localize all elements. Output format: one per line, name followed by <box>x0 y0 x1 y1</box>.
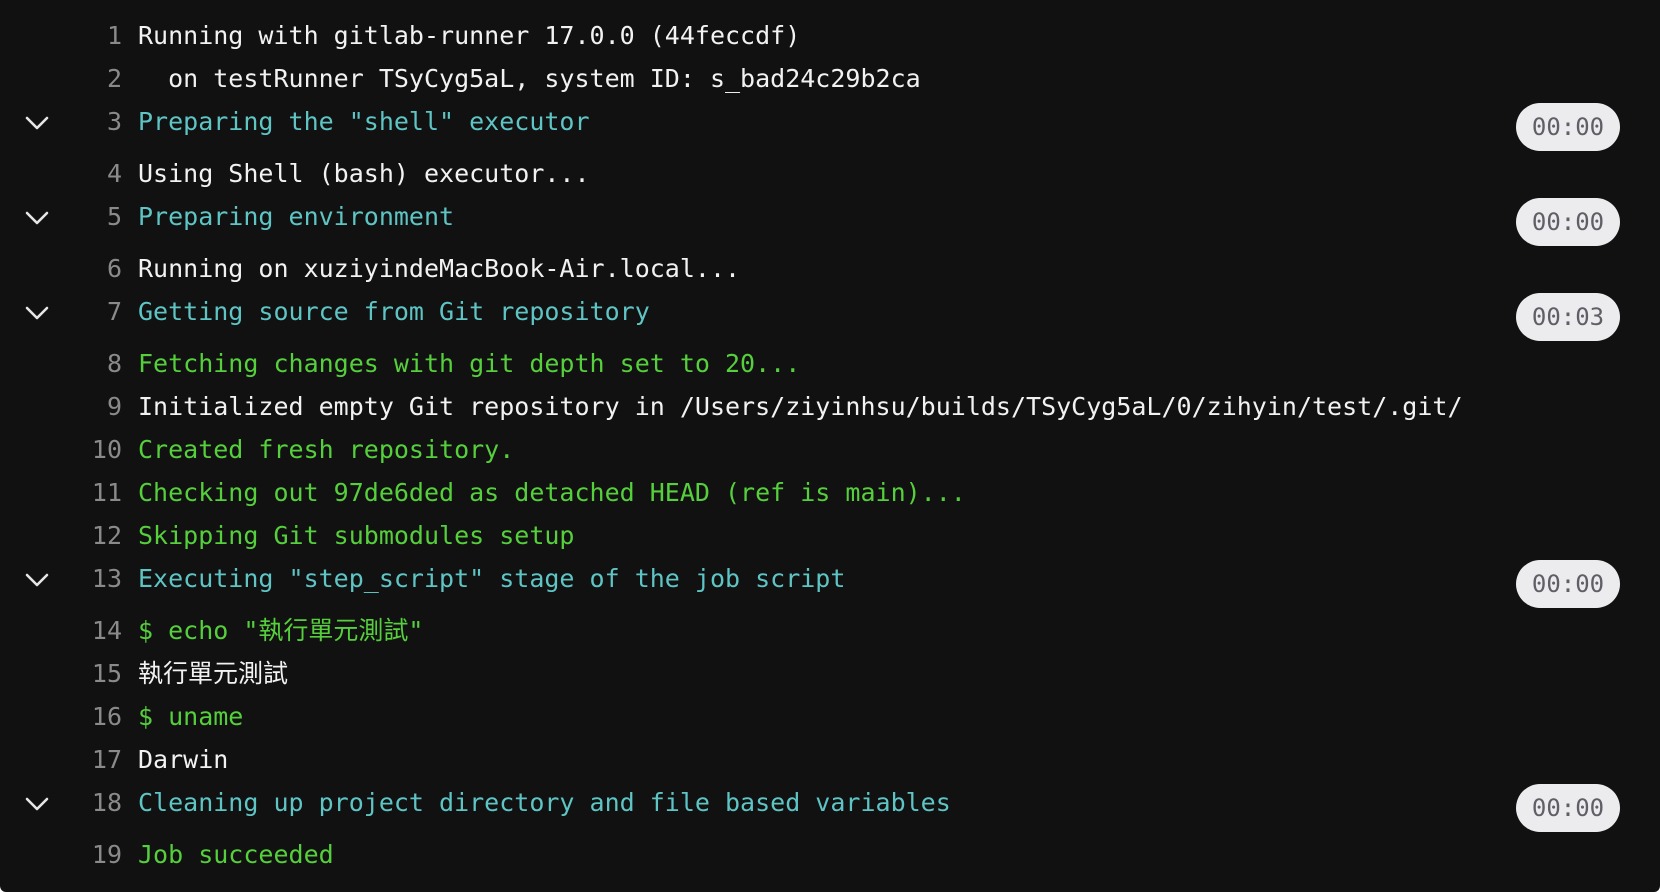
log-text: Running with gitlab-runner 17.0.0 (44fec… <box>138 21 801 50</box>
log-line: 9 Initialized empty Git repository in /U… <box>0 385 1660 428</box>
section-duration-badge: 00:00 <box>1516 198 1620 246</box>
log-line: 16 $ uname <box>0 695 1660 738</box>
log-text: Skipping Git submodules setup <box>138 521 575 550</box>
log-text: Darwin <box>138 745 229 774</box>
log-section-header[interactable]: 18 Cleaning up project directory and fil… <box>0 781 1660 833</box>
log-line: 2 on testRunner TSyCyg5aL, system ID: s_… <box>0 57 1660 100</box>
section-duration-badge: 00:00 <box>1516 784 1620 832</box>
log-text: Created fresh repository. <box>138 435 515 464</box>
line-number[interactable]: 17 <box>60 738 122 781</box>
line-number[interactable]: 15 <box>60 652 122 695</box>
log-text: Initialized empty Git repository in /Use… <box>138 392 1463 421</box>
line-number[interactable]: 4 <box>60 152 122 195</box>
chevron-down-icon[interactable] <box>22 108 52 138</box>
line-number[interactable]: 8 <box>60 342 122 385</box>
log-text: $ uname <box>138 702 244 731</box>
section-duration-badge: 00:03 <box>1516 293 1620 341</box>
log-text: Running on xuziyindeMacBook-Air.local... <box>138 254 741 283</box>
log-line: 11 Checking out 97de6ded as detached HEA… <box>0 471 1660 514</box>
log-line: 10 Created fresh repository. <box>0 428 1660 471</box>
chevron-down-icon[interactable] <box>22 565 52 595</box>
job-log-panel: 1 Running with gitlab-runner 17.0.0 (44f… <box>0 0 1660 892</box>
section-duration-badge: 00:00 <box>1516 103 1620 151</box>
line-number[interactable]: 3 <box>60 100 122 143</box>
line-number[interactable]: 7 <box>60 290 122 333</box>
log-section-header[interactable]: 3 Preparing the "shell" executor 00:00 <box>0 100 1660 152</box>
section-duration-badge: 00:00 <box>1516 560 1620 608</box>
line-number[interactable]: 2 <box>60 57 122 100</box>
chevron-down-icon[interactable] <box>22 298 52 328</box>
line-number[interactable]: 18 <box>60 781 122 824</box>
log-text: $ echo "執行單元測試" <box>138 616 424 645</box>
log-line: 4 Using Shell (bash) executor... <box>0 152 1660 195</box>
line-number[interactable]: 10 <box>60 428 122 471</box>
line-number[interactable]: 12 <box>60 514 122 557</box>
line-number[interactable]: 19 <box>60 833 122 876</box>
log-text: on testRunner TSyCyg5aL, system ID: s_ba… <box>138 64 921 93</box>
log-section-header[interactable]: 7 Getting source from Git repository 00:… <box>0 290 1660 342</box>
log-text: Job succeeded <box>138 840 334 869</box>
log-line: 17 Darwin <box>0 738 1660 781</box>
section-title: Getting source from Git repository <box>138 297 650 326</box>
line-number[interactable]: 9 <box>60 385 122 428</box>
log-text: Using Shell (bash) executor... <box>138 159 590 188</box>
log-text: 執行單元測試 <box>138 659 289 688</box>
log-section-header[interactable]: 5 Preparing environment 00:00 <box>0 195 1660 247</box>
job-log-body: 1 Running with gitlab-runner 17.0.0 (44f… <box>0 14 1660 876</box>
line-number[interactable]: 16 <box>60 695 122 738</box>
log-line: 14 $ echo "執行單元測試" <box>0 609 1660 652</box>
line-number[interactable]: 14 <box>60 609 122 652</box>
log-line: 1 Running with gitlab-runner 17.0.0 (44f… <box>0 14 1660 57</box>
chevron-down-icon[interactable] <box>22 203 52 233</box>
log-line: 12 Skipping Git submodules setup <box>0 514 1660 557</box>
log-text: Checking out 97de6ded as detached HEAD (… <box>138 478 966 507</box>
section-title: Executing "step_script" stage of the job… <box>138 564 846 593</box>
log-line: 15 執行單元測試 <box>0 652 1660 695</box>
line-number[interactable]: 5 <box>60 195 122 238</box>
log-line: 19 Job succeeded <box>0 833 1660 876</box>
section-title: Preparing environment <box>138 202 455 231</box>
log-line: 8 Fetching changes with git depth set to… <box>0 342 1660 385</box>
line-number[interactable]: 1 <box>60 14 122 57</box>
log-line: 6 Running on xuziyindeMacBook-Air.local.… <box>0 247 1660 290</box>
line-number[interactable]: 6 <box>60 247 122 290</box>
section-title: Cleaning up project directory and file b… <box>138 788 951 817</box>
line-number[interactable]: 13 <box>60 557 122 600</box>
log-section-header[interactable]: 13 Executing "step_script" stage of the … <box>0 557 1660 609</box>
line-number[interactable]: 11 <box>60 471 122 514</box>
chevron-down-icon[interactable] <box>22 789 52 819</box>
log-text: Fetching changes with git depth set to 2… <box>138 349 801 378</box>
section-title: Preparing the "shell" executor <box>138 107 590 136</box>
